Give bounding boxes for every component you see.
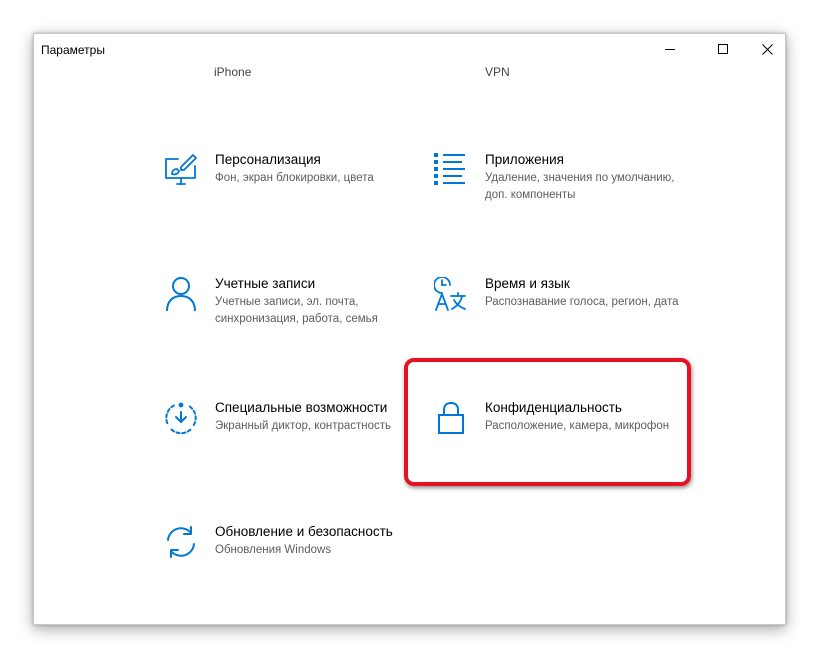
screenshot-stage: Параметры iPhone VPN Персонализация Фон,… <box>0 0 817 656</box>
person-icon <box>166 277 196 311</box>
partial-tile-desc-left: iPhone <box>214 65 252 79</box>
maximize-button[interactable] <box>700 34 746 64</box>
window-title: Параметры <box>41 43 105 57</box>
tile-description: Экранный диктор, контрастность <box>215 420 392 432</box>
tile-title: Обновление и безопасность <box>215 524 393 539</box>
tile-description: Учетные записи, эл. почта, синхронизация… <box>215 296 378 325</box>
tile-description: Распознавание голоса, регион, дата <box>485 296 679 308</box>
close-icon <box>761 43 773 55</box>
tile-title: Персонализация <box>215 152 321 167</box>
close-button[interactable] <box>744 34 785 64</box>
partial-tile-desc-right: VPN <box>485 65 510 79</box>
tile-accessibility[interactable]: Специальные возможности Экранный диктор,… <box>164 400 424 501</box>
tile-title: Время и язык <box>485 276 570 291</box>
tile-description: Удаление, значения по умолчанию, доп. ко… <box>485 172 675 201</box>
minimize-button[interactable] <box>647 34 693 64</box>
tile-title: Конфиденциальность <box>485 400 622 415</box>
sync-arrows-icon <box>167 526 195 558</box>
lock-icon <box>438 401 464 434</box>
tile-update-security[interactable]: Обновление и безопасность Обновления Win… <box>164 524 424 624</box>
tile-time-language[interactable]: Время и язык Распознавание голоса, регио… <box>434 276 694 377</box>
tile-description: Обновления Windows <box>215 544 332 556</box>
paintbrush-screen-icon <box>165 154 197 185</box>
minimize-icon <box>664 48 675 50</box>
tile-apps[interactable]: Приложения Удаление, значения по умолчан… <box>434 152 694 253</box>
tile-accounts[interactable]: Учетные записи Учетные записи, эл. почта… <box>164 276 424 377</box>
title-bar: Параметры <box>34 34 785 66</box>
tile-title: Специальные возможности <box>215 400 388 415</box>
tile-description: Расположение, камера, микрофон <box>485 420 670 432</box>
time-language-icon <box>434 277 466 311</box>
tile-description: Фон, экран блокировки, цвета <box>215 172 374 184</box>
tile-privacy[interactable]: Конфиденциальность Расположение, камера,… <box>434 400 694 501</box>
tile-personalization[interactable]: Персонализация Фон, экран блокировки, цв… <box>164 152 424 253</box>
tile-title: Учетные записи <box>215 276 316 291</box>
apps-list-icon <box>434 153 465 185</box>
tile-title: Приложения <box>485 152 564 167</box>
settings-window: Параметры iPhone VPN Персонализация Фон,… <box>33 33 786 625</box>
ease-of-access-icon <box>165 402 197 435</box>
maximize-icon <box>717 43 728 54</box>
